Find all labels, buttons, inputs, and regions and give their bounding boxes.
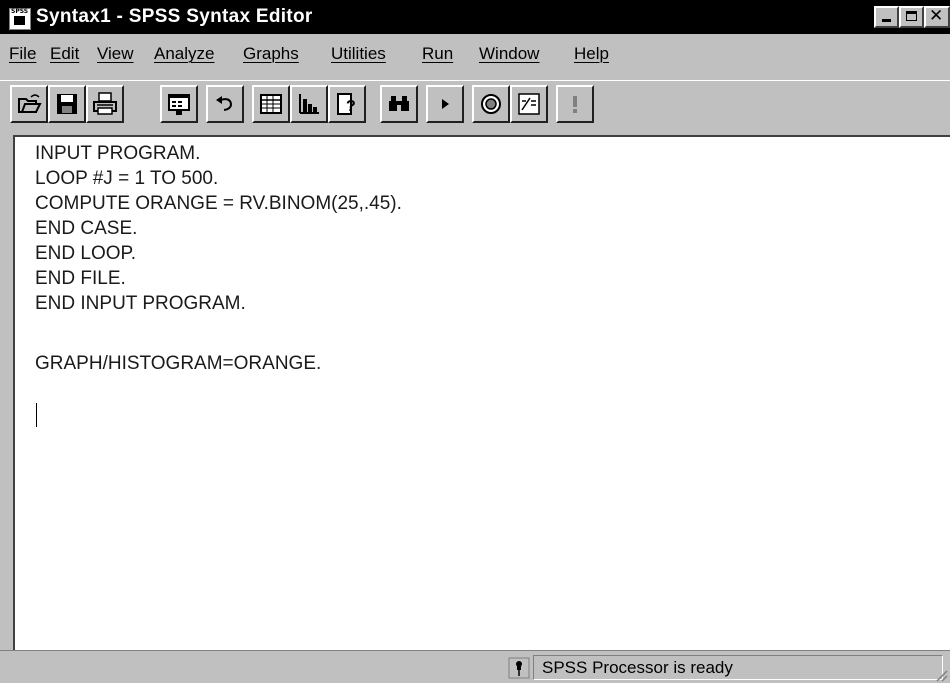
- code-line: LOOP #J = 1 TO 500.: [35, 168, 219, 189]
- resize-grip-icon[interactable]: [934, 668, 948, 682]
- goto-chart-icon: [299, 94, 319, 114]
- syntax-text-area[interactable]: INPUT PROGRAM. LOOP #J = 1 TO 500. COMPU…: [13, 135, 950, 650]
- menu-view[interactable]: View: [97, 44, 134, 64]
- run-play-icon: [442, 99, 449, 109]
- window-title: Syntax1 - SPSS Syntax Editor: [36, 6, 313, 27]
- variables-info-icon: ?: [337, 93, 356, 115]
- exclamation-icon: [573, 96, 577, 113]
- maximize-button[interactable]: [899, 6, 924, 28]
- code-line: END CASE.: [35, 218, 138, 239]
- menu-file[interactable]: File: [9, 44, 36, 64]
- menu-window[interactable]: Window: [479, 44, 539, 64]
- close-button[interactable]: ✕: [924, 6, 950, 28]
- toolbar: ?: [0, 80, 950, 131]
- menu-edit[interactable]: Edit: [50, 44, 79, 64]
- code-line: INPUT PROGRAM.: [35, 143, 201, 164]
- spss-app-icon[interactable]: SPSS: [9, 8, 31, 30]
- menu-help[interactable]: Help: [574, 44, 609, 64]
- close-icon: ✕: [929, 6, 944, 25]
- save-disk-icon: [57, 94, 77, 114]
- menu-analyze[interactable]: Analyze: [154, 44, 214, 64]
- undo-button[interactable]: [206, 85, 244, 123]
- text-cursor: [36, 403, 37, 427]
- goto-data-icon: [260, 94, 282, 114]
- undo-icon: [216, 96, 233, 111]
- open-button[interactable]: [10, 85, 48, 123]
- menu-utilities[interactable]: Utilities: [331, 44, 386, 64]
- editor-left-margin: [0, 135, 13, 650]
- minimize-button[interactable]: [874, 6, 899, 28]
- open-folder-icon: [18, 94, 42, 113]
- code-line: END FILE.: [35, 268, 126, 289]
- app-icon-label: SPSS: [11, 8, 29, 15]
- svg-text:?: ?: [346, 98, 356, 115]
- minimize-icon: [882, 19, 891, 22]
- menu-bar: File Edit View Analyze Graphs Utilities …: [0, 34, 950, 74]
- dialog-recall-icon: [168, 94, 190, 115]
- processor-pin-icon: [508, 657, 530, 679]
- goto-data-button[interactable]: [252, 85, 290, 123]
- exclamation-button[interactable]: [556, 85, 594, 123]
- code-line: END INPUT PROGRAM.: [35, 293, 246, 314]
- code-line: END LOOP.: [35, 243, 137, 264]
- status-message-panel: SPSS Processor is ready: [533, 655, 943, 680]
- maximize-icon: [906, 11, 917, 21]
- designate-window-button[interactable]: [472, 85, 510, 123]
- code-line: COMPUTE ORANGE = RV.BINOM(25,.45).: [35, 193, 402, 214]
- designate-window-icon: [481, 94, 501, 114]
- status-bar: SPSS Processor is ready: [0, 650, 950, 683]
- variables-button[interactable]: ?: [328, 85, 366, 123]
- code-line: GRAPH/HISTOGRAM=ORANGE.: [35, 353, 322, 374]
- find-binoculars-icon: [389, 96, 409, 111]
- syntax-help-icon: [518, 93, 540, 115]
- dialog-recall-button[interactable]: [160, 85, 198, 123]
- goto-chart-button[interactable]: [290, 85, 328, 123]
- find-button[interactable]: [380, 85, 418, 123]
- print-icon: [93, 92, 117, 115]
- syntax-help-button[interactable]: [510, 85, 548, 123]
- run-button[interactable]: [426, 85, 464, 123]
- title-bar[interactable]: SPSS Syntax1 - SPSS Syntax Editor ✕: [0, 0, 950, 34]
- menu-graphs[interactable]: Graphs: [243, 44, 299, 64]
- status-text: SPSS Processor is ready: [542, 658, 733, 677]
- syntax-editor-window: SPSS Syntax1 - SPSS Syntax Editor ✕ File…: [0, 0, 950, 683]
- menu-run[interactable]: Run: [422, 44, 453, 64]
- print-button[interactable]: [86, 85, 124, 123]
- save-button[interactable]: [48, 85, 86, 123]
